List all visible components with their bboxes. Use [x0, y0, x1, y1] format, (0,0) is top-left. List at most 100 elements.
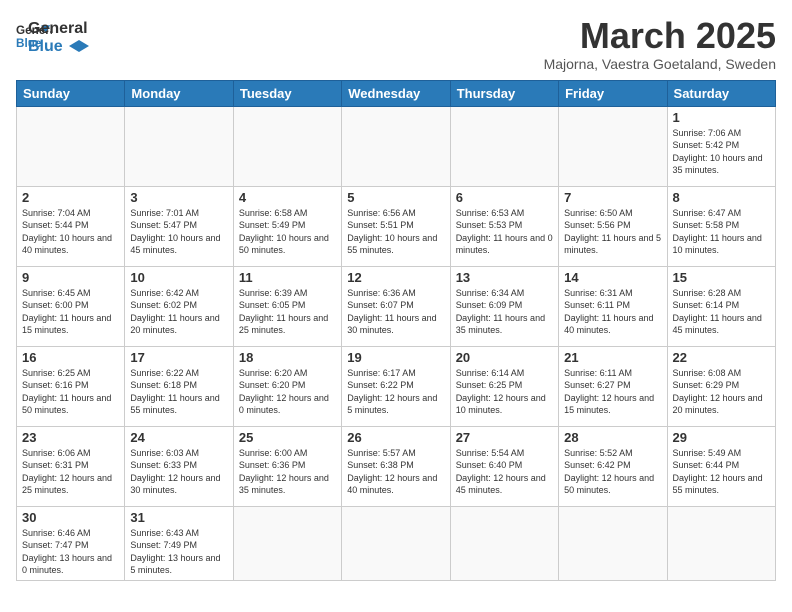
day-number: 22 [673, 350, 770, 365]
calendar-table: Sunday Monday Tuesday Wednesday Thursday… [16, 80, 776, 581]
header-wednesday: Wednesday [342, 80, 450, 106]
table-cell: 25Sunrise: 6:00 AM Sunset: 6:36 PM Dayli… [233, 426, 341, 506]
day-number: 27 [456, 430, 553, 445]
day-info: Sunrise: 6:45 AM Sunset: 6:00 PM Dayligh… [22, 287, 119, 337]
table-cell [17, 106, 125, 186]
week-row-4: 16 Sunrise: 6:25 AM Sunset: 6:16 PM Dayli… [17, 346, 776, 426]
day-number: 4 [239, 190, 336, 205]
day-number: 25 [239, 430, 336, 445]
day-info: Sunrise: 6:56 AM Sunset: 5:51 PM Dayligh… [347, 207, 444, 257]
table-cell: 8Sunrise: 6:47 AM Sunset: 5:58 PM Daylig… [667, 186, 775, 266]
day-number: 29 [673, 430, 770, 445]
page-header: General Blue General Blue March 2025 Maj… [16, 16, 776, 72]
logo-general-text: General [28, 20, 89, 38]
table-cell: 22 Sunrise: 6:08 AM Sunset: 6:29 PM Dayli… [667, 346, 775, 426]
header-saturday: Saturday [667, 80, 775, 106]
day-number: 5 [347, 190, 444, 205]
logo-blue-text: Blue [28, 38, 89, 56]
table-cell: 18Sunrise: 6:20 AM Sunset: 6:20 PM Dayli… [233, 346, 341, 426]
day-info: Sunrise: 6:43 AM Sunset: 7:49 PM Dayligh… [130, 527, 227, 577]
table-cell [125, 106, 233, 186]
day-number: 14 [564, 270, 661, 285]
day-number: 30 [22, 510, 119, 525]
day-number: 16 [22, 350, 119, 365]
table-cell: 21 Sunrise: 6:11 AM Sunset: 6:27 PM Dayli… [559, 346, 667, 426]
header-tuesday: Tuesday [233, 80, 341, 106]
table-cell: 6Sunrise: 6:53 AM Sunset: 5:53 PM Daylig… [450, 186, 558, 266]
table-cell [233, 506, 341, 580]
table-cell: 2Sunrise: 7:04 AM Sunset: 5:44 PM Daylig… [17, 186, 125, 266]
week-row-2: 2Sunrise: 7:04 AM Sunset: 5:44 PM Daylig… [17, 186, 776, 266]
day-info: Sunrise: 6:47 AM Sunset: 5:58 PM Dayligh… [673, 207, 770, 257]
table-cell: 5 Sunrise: 6:56 AM Sunset: 5:51 PM Daylig… [342, 186, 450, 266]
week-row-1: 1 Sunrise: 7:06 AM Sunset: 5:42 PM Daylig… [17, 106, 776, 186]
table-cell: 7Sunrise: 6:50 AM Sunset: 5:56 PM Daylig… [559, 186, 667, 266]
week-row-3: 9Sunrise: 6:45 AM Sunset: 6:00 PM Daylig… [17, 266, 776, 346]
table-cell [342, 106, 450, 186]
day-info: Sunrise: 6:42 AM Sunset: 6:02 PM Dayligh… [130, 287, 227, 337]
day-info: Sunrise: 6:08 AM Sunset: 6:29 PM Dayligh… [673, 367, 770, 417]
table-cell: 17 Sunrise: 6:22 AM Sunset: 6:18 PM Dayli… [125, 346, 233, 426]
table-cell: 30 Sunrise: 6:46 AM Sunset: 7:47 PM Dayli… [17, 506, 125, 580]
day-number: 28 [564, 430, 661, 445]
table-cell: 11 Sunrise: 6:39 AM Sunset: 6:05 PM Dayli… [233, 266, 341, 346]
table-cell: 9Sunrise: 6:45 AM Sunset: 6:00 PM Daylig… [17, 266, 125, 346]
table-cell [559, 506, 667, 580]
day-info: Sunrise: 7:01 AM Sunset: 5:47 PM Dayligh… [130, 207, 227, 257]
table-cell: 10 Sunrise: 6:42 AM Sunset: 6:02 PM Dayli… [125, 266, 233, 346]
day-number: 10 [130, 270, 227, 285]
header-friday: Friday [559, 80, 667, 106]
table-cell: 12Sunrise: 6:36 AM Sunset: 6:07 PM Dayli… [342, 266, 450, 346]
day-info: Sunrise: 5:52 AM Sunset: 6:42 PM Dayligh… [564, 447, 661, 497]
day-number: 18 [239, 350, 336, 365]
table-cell: 26Sunrise: 5:57 AM Sunset: 6:38 PM Dayli… [342, 426, 450, 506]
day-info: Sunrise: 6:46 AM Sunset: 7:47 PM Dayligh… [22, 527, 119, 577]
day-info: Sunrise: 6:17 AM Sunset: 6:22 PM Dayligh… [347, 367, 444, 417]
day-info: Sunrise: 6:06 AM Sunset: 6:31 PM Dayligh… [22, 447, 119, 497]
table-cell [559, 106, 667, 186]
day-number: 13 [456, 270, 553, 285]
table-cell: 31 Sunrise: 6:43 AM Sunset: 7:49 PM Dayli… [125, 506, 233, 580]
day-info: Sunrise: 6:39 AM Sunset: 6:05 PM Dayligh… [239, 287, 336, 337]
calendar-title: March 2025 [544, 16, 776, 56]
day-number: 24 [130, 430, 227, 445]
day-number: 21 [564, 350, 661, 365]
header-sunday: Sunday [17, 80, 125, 106]
table-cell: 3 Sunrise: 7:01 AM Sunset: 5:47 PM Daylig… [125, 186, 233, 266]
day-info: Sunrise: 6:14 AM Sunset: 6:25 PM Dayligh… [456, 367, 553, 417]
day-number: 1 [673, 110, 770, 125]
table-cell: 19 Sunrise: 6:17 AM Sunset: 6:22 PM Dayli… [342, 346, 450, 426]
logo: General Blue General Blue [16, 16, 89, 55]
day-number: 23 [22, 430, 119, 445]
day-info: Sunrise: 5:49 AM Sunset: 6:44 PM Dayligh… [673, 447, 770, 497]
day-number: 31 [130, 510, 227, 525]
day-info: Sunrise: 6:36 AM Sunset: 6:07 PM Dayligh… [347, 287, 444, 337]
day-info: Sunrise: 6:31 AM Sunset: 6:11 PM Dayligh… [564, 287, 661, 337]
day-info: Sunrise: 6:34 AM Sunset: 6:09 PM Dayligh… [456, 287, 553, 337]
table-cell: 20Sunrise: 6:14 AM Sunset: 6:25 PM Dayli… [450, 346, 558, 426]
table-cell [342, 506, 450, 580]
day-info: Sunrise: 7:06 AM Sunset: 5:42 PM Dayligh… [673, 127, 770, 177]
day-number: 19 [347, 350, 444, 365]
day-info: Sunrise: 6:22 AM Sunset: 6:18 PM Dayligh… [130, 367, 227, 417]
table-cell: 24 Sunrise: 6:03 AM Sunset: 6:33 PM Dayli… [125, 426, 233, 506]
table-cell: 13 Sunrise: 6:34 AM Sunset: 6:09 PM Dayli… [450, 266, 558, 346]
week-row-6: 30 Sunrise: 6:46 AM Sunset: 7:47 PM Dayli… [17, 506, 776, 580]
day-info: Sunrise: 6:50 AM Sunset: 5:56 PM Dayligh… [564, 207, 661, 257]
day-info: Sunrise: 6:53 AM Sunset: 5:53 PM Dayligh… [456, 207, 553, 257]
table-cell: 16 Sunrise: 6:25 AM Sunset: 6:16 PM Dayli… [17, 346, 125, 426]
table-cell: 4Sunrise: 6:58 AM Sunset: 5:49 PM Daylig… [233, 186, 341, 266]
day-number: 17 [130, 350, 227, 365]
weekday-header-row: Sunday Monday Tuesday Wednesday Thursday… [17, 80, 776, 106]
day-info: Sunrise: 6:03 AM Sunset: 6:33 PM Dayligh… [130, 447, 227, 497]
day-info: Sunrise: 7:04 AM Sunset: 5:44 PM Dayligh… [22, 207, 119, 257]
table-cell: 23 Sunrise: 6:06 AM Sunset: 6:31 PM Dayli… [17, 426, 125, 506]
header-monday: Monday [125, 80, 233, 106]
table-cell [667, 506, 775, 580]
day-number: 11 [239, 270, 336, 285]
day-info: Sunrise: 6:25 AM Sunset: 6:16 PM Dayligh… [22, 367, 119, 417]
day-info: Sunrise: 6:11 AM Sunset: 6:27 PM Dayligh… [564, 367, 661, 417]
day-number: 3 [130, 190, 227, 205]
header-thursday: Thursday [450, 80, 558, 106]
title-block: March 2025 Majorna, Vaestra Goetaland, S… [544, 16, 776, 72]
